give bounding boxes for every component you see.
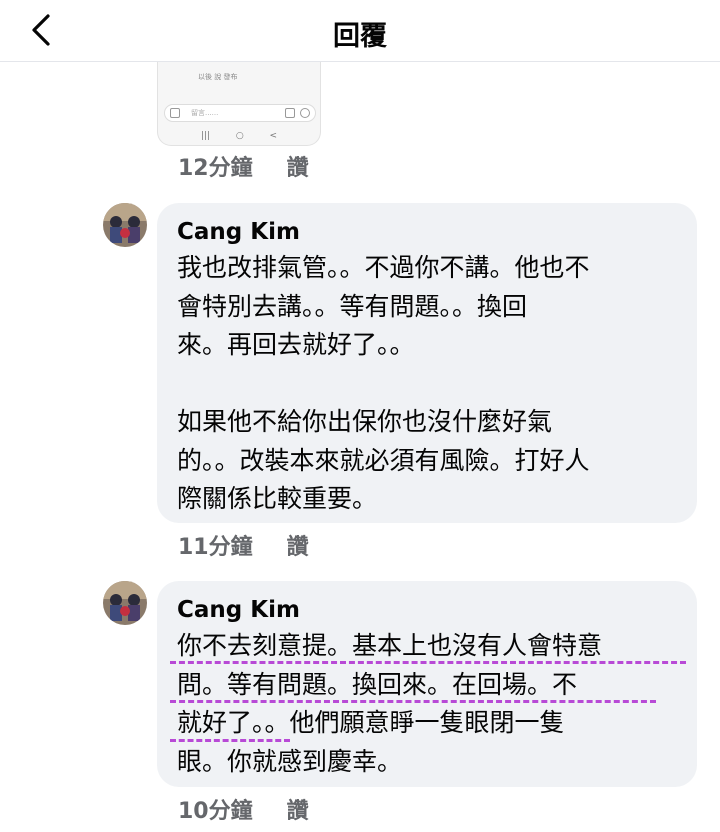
like-button[interactable]: 讚: [287, 156, 309, 181]
thumbnail-nav-bar: ||| ○ <: [158, 128, 320, 144]
like-button[interactable]: 讚: [287, 535, 309, 560]
annotation-underline: [170, 661, 686, 664]
attached-screenshot[interactable]: 以後 說 發布 留言...... ||| ○ <: [157, 62, 321, 146]
comment-author[interactable]: Cang Kim: [177, 215, 681, 249]
back-nav-icon: <: [269, 131, 278, 141]
thumbnail-caption: 以後 說 發布: [198, 73, 238, 81]
page-title: 回覆: [333, 21, 387, 52]
annotation-underline: [170, 739, 290, 742]
thumbnail-input-bar: 留言......: [164, 104, 316, 122]
like-button[interactable]: 讚: [287, 799, 309, 824]
avatar-image: [103, 581, 147, 625]
home-icon: ○: [235, 131, 244, 141]
comment-bubble[interactable]: Cang Kim 你不去刻意提。基本上也沒有人會特意 問。等有問題。換回來。在回…: [157, 581, 697, 787]
recent-apps-icon: |||: [200, 131, 211, 141]
comment-time: 11分鐘: [178, 535, 253, 560]
avatar-image: [103, 203, 147, 247]
comment-bubble[interactable]: Cang Kim 我也改排氣管。。不過你不講。他也不 會特別去講。。等有問題。。…: [157, 203, 697, 523]
top-bar: 回覆: [0, 0, 720, 62]
gif-icon: [285, 108, 295, 118]
avatar[interactable]: [103, 581, 147, 625]
comment-meta: 10分鐘 讚: [178, 793, 309, 825]
thumbnail-placeholder: 留言......: [191, 109, 219, 117]
annotation-underline: [170, 700, 656, 703]
emoji-icon: [300, 108, 310, 118]
comment-text: 我也改排氣管。。不過你不講。他也不 會特別去講。。等有問題。。換回 來。再回去就…: [177, 253, 590, 513]
avatar[interactable]: [103, 203, 147, 247]
comment-text: 你不去刻意提。基本上也沒有人會特意 問。等有問題。換回來。在回場。不 就好了。。…: [177, 631, 603, 776]
comment-author[interactable]: Cang Kim: [177, 593, 681, 627]
comment-time: 10分鐘: [178, 799, 253, 824]
comment-meta: 11分鐘 讚: [178, 529, 309, 561]
camera-icon: [170, 108, 180, 118]
comment-time: 12分鐘: [178, 156, 253, 181]
comment-meta: 12分鐘 讚: [178, 150, 309, 182]
